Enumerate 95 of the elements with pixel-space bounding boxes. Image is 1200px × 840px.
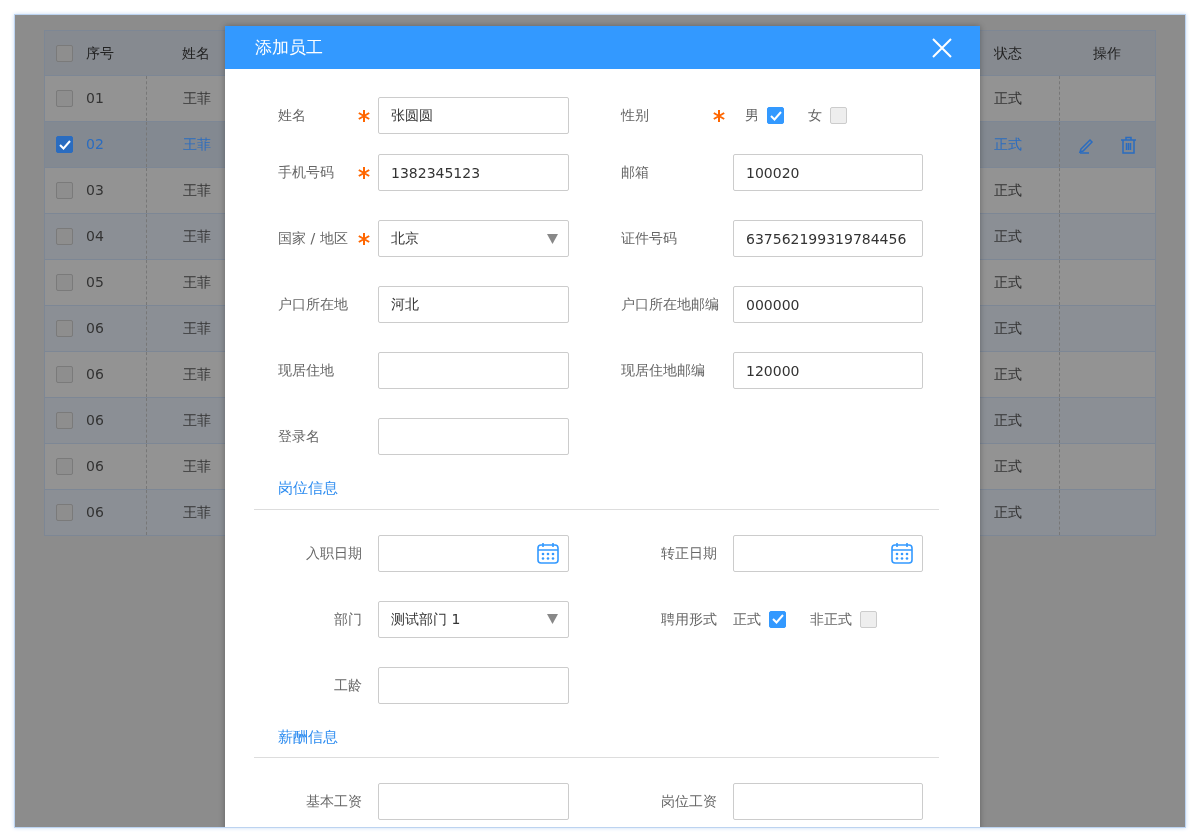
- section-title: 薪酬信息: [254, 725, 939, 758]
- table-cell-text: 王菲: [183, 181, 211, 200]
- field-label: 邮箱: [621, 163, 649, 182]
- field-label: 证件号码: [621, 229, 677, 248]
- caret-icon: [547, 614, 558, 624]
- input-field[interactable]: [378, 418, 569, 455]
- dialog-title: 添加员工: [255, 35, 323, 59]
- field-label: 部门: [334, 609, 362, 629]
- table-cell-text: 王菲: [183, 503, 211, 522]
- row-checkbox[interactable]: [56, 274, 73, 291]
- row-checkbox[interactable]: [56, 504, 73, 521]
- table-cell-text: 正式: [994, 227, 1022, 246]
- checkbox[interactable]: [860, 610, 877, 628]
- field-label: 国家 / 地区: [278, 229, 348, 248]
- calendar-icon[interactable]: [890, 540, 914, 565]
- table-cell-text: 06: [86, 503, 104, 522]
- field-label: 转正日期: [661, 543, 717, 563]
- field-label: 岗位工资: [661, 792, 717, 811]
- row-checkbox[interactable]: [56, 366, 73, 383]
- field-label: 工龄: [334, 675, 362, 695]
- checkbox[interactable]: [830, 107, 847, 124]
- option-label: 正式: [733, 609, 761, 629]
- table-cell-text: 王菲: [183, 135, 211, 154]
- column-header: 操作: [1093, 43, 1121, 63]
- column-header: 状态: [994, 43, 1022, 63]
- table-cell-text: 王菲: [183, 273, 211, 292]
- option-label: 男: [745, 106, 759, 125]
- date-field[interactable]: [733, 534, 923, 572]
- column-header: 序号: [86, 43, 114, 63]
- table-cell-text: 正式: [994, 503, 1022, 522]
- table-cell-text: 06: [86, 365, 104, 384]
- field-label: 户口所在地邮编: [621, 295, 719, 314]
- table-cell-text: 王菲: [183, 89, 211, 108]
- table-cell-text: 正式: [994, 411, 1022, 430]
- table-cell-text: 王菲: [183, 227, 211, 246]
- calendar-icon[interactable]: [536, 540, 560, 565]
- checkbox[interactable]: [767, 107, 784, 124]
- field-label: 姓名: [278, 106, 306, 125]
- row-checkbox[interactable]: [56, 228, 73, 245]
- field-label: 手机号码: [278, 163, 334, 182]
- column-header: 姓名: [182, 43, 210, 63]
- row-checkbox[interactable]: [56, 320, 73, 337]
- row-checkbox[interactable]: [56, 412, 73, 429]
- field-label: 基本工资: [306, 792, 362, 811]
- input-field[interactable]: 河北: [378, 286, 569, 323]
- close-icon[interactable]: [932, 37, 952, 58]
- input-field[interactable]: 100020: [733, 154, 923, 191]
- field-label: 性别: [621, 106, 649, 125]
- table-cell-text: 王菲: [183, 457, 211, 476]
- table-cell-text: 06: [86, 457, 104, 476]
- input-field[interactable]: [378, 783, 569, 820]
- table-cell-text: 王菲: [183, 365, 211, 384]
- table-cell-text: 王菲: [183, 411, 211, 430]
- row-checkbox[interactable]: [56, 458, 73, 475]
- table-cell-text: 正式: [994, 89, 1022, 108]
- table-cell-text: 正式: [994, 181, 1022, 200]
- option-label: 女: [808, 106, 822, 125]
- row-checkbox[interactable]: [56, 182, 73, 199]
- input-field[interactable]: 637562199319784456: [733, 220, 923, 257]
- table-cell-text: 正式: [994, 365, 1022, 384]
- table-cell-text: 05: [86, 273, 104, 292]
- table-cell-text: 王菲: [183, 319, 211, 338]
- table-cell-text: 06: [86, 411, 104, 430]
- table-cell-text: 06: [86, 319, 104, 338]
- table-cell-text: 03: [86, 181, 104, 200]
- checkbox[interactable]: [769, 610, 786, 628]
- input-field[interactable]: [378, 666, 569, 704]
- input-field[interactable]: [378, 352, 569, 389]
- section-title: 岗位信息: [254, 477, 939, 510]
- table-cell-text: 正式: [994, 457, 1022, 476]
- select-field[interactable]: 北京: [378, 220, 569, 257]
- input-field[interactable]: [733, 783, 923, 820]
- row-checkbox[interactable]: [56, 136, 73, 153]
- field-label: 户口所在地: [278, 295, 348, 314]
- field-label: 入职日期: [306, 543, 362, 563]
- input-field[interactable]: 120000: [733, 352, 923, 389]
- table-cell-text: 正式: [994, 319, 1022, 338]
- select-field[interactable]: 测试部门 1: [378, 600, 569, 638]
- row-checkbox[interactable]: [56, 90, 73, 107]
- option-label: 非正式: [810, 609, 852, 629]
- input-field[interactable]: 000000: [733, 286, 923, 323]
- delete-icon[interactable]: [1120, 135, 1137, 154]
- table-cell-text: 正式: [994, 135, 1022, 154]
- table-cell-text: 02: [86, 135, 104, 154]
- field-label: 登录名: [278, 427, 320, 446]
- field-label: 现居住地邮编: [621, 361, 705, 380]
- caret-icon: [547, 233, 558, 244]
- field-label: 现居住地: [278, 361, 334, 380]
- table-cell-text: 正式: [994, 273, 1022, 292]
- table-cell-text: 01: [86, 89, 104, 108]
- field-label: 聘用形式: [661, 609, 717, 629]
- table-cell-text: 04: [86, 227, 104, 246]
- date-field[interactable]: [378, 534, 569, 572]
- input-field[interactable]: 张圆圆: [378, 97, 569, 134]
- input-field[interactable]: 1382345123: [378, 154, 569, 191]
